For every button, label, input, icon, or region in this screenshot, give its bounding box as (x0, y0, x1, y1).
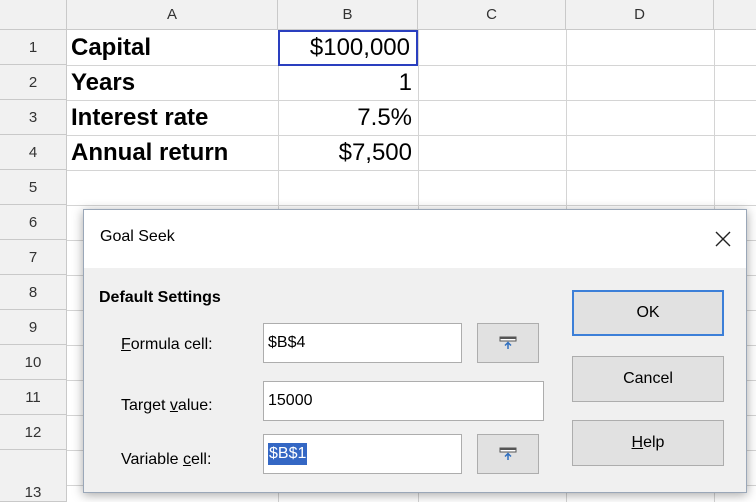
help-button[interactable]: Help (572, 420, 724, 466)
goal-seek-dialog: Goal Seek Default Settings Formula cell:… (83, 209, 747, 493)
column-header-e[interactable] (714, 0, 756, 30)
grid-line (67, 170, 756, 171)
grid-line (67, 205, 756, 206)
cell-b2[interactable]: 1 (278, 65, 418, 100)
target-value-label: Target value: (121, 397, 213, 414)
cell-a4[interactable]: Annual return (67, 135, 278, 170)
select-all-corner[interactable] (0, 0, 67, 30)
variable-cell-input[interactable]: $B$1 (263, 434, 462, 474)
row-header-8[interactable]: 8 (0, 275, 67, 310)
cancel-button[interactable]: Cancel (572, 356, 724, 402)
target-value-input[interactable]: 15000 (263, 381, 544, 421)
row-header-3[interactable]: 3 (0, 100, 67, 135)
selected-text: $B$1 (268, 443, 308, 465)
column-header-b[interactable]: B (278, 0, 418, 30)
formula-cell-input[interactable]: $B$4 (263, 323, 462, 363)
dialog-title: Goal Seek (100, 228, 175, 245)
close-button[interactable] (706, 222, 740, 256)
dialog-titlebar[interactable]: Goal Seek (84, 210, 746, 268)
row-header-11[interactable]: 11 (0, 380, 67, 415)
shrink-range-icon (499, 336, 517, 349)
row-header-9[interactable]: 9 (0, 310, 67, 345)
row-header-5[interactable]: 5 (0, 170, 67, 205)
formula-cell-label: Formula cell: (121, 336, 213, 353)
row-header-10[interactable]: 10 (0, 345, 67, 380)
column-header-a[interactable]: A (67, 0, 278, 30)
cell-a1[interactable]: Capital (67, 30, 278, 65)
cell-b3[interactable]: 7.5% (278, 100, 418, 135)
close-icon (715, 231, 731, 247)
cell-b4[interactable]: $7,500 (278, 135, 418, 170)
shrink-range-icon (499, 447, 517, 460)
variable-cell-label: Variable cell: (121, 451, 212, 468)
cell-a3[interactable]: Interest rate (67, 100, 278, 135)
cell-b1[interactable]: $100,000 (278, 30, 418, 66)
variable-shrink-button[interactable] (477, 434, 539, 474)
cell-a2[interactable]: Years (67, 65, 278, 100)
row-header-13[interactable]: 13 (0, 450, 67, 502)
ok-button[interactable]: OK (572, 290, 724, 336)
row-header-7[interactable]: 7 (0, 240, 67, 275)
row-header-6[interactable]: 6 (0, 205, 67, 240)
row-header-1[interactable]: 1 (0, 30, 67, 65)
row-header-4[interactable]: 4 (0, 135, 67, 170)
column-header-d[interactable]: D (566, 0, 714, 30)
row-header-12[interactable]: 12 (0, 415, 67, 450)
section-title: Default Settings (99, 289, 221, 306)
row-header-2[interactable]: 2 (0, 65, 67, 100)
column-header-c[interactable]: C (418, 0, 566, 30)
formula-shrink-button[interactable] (477, 323, 539, 363)
